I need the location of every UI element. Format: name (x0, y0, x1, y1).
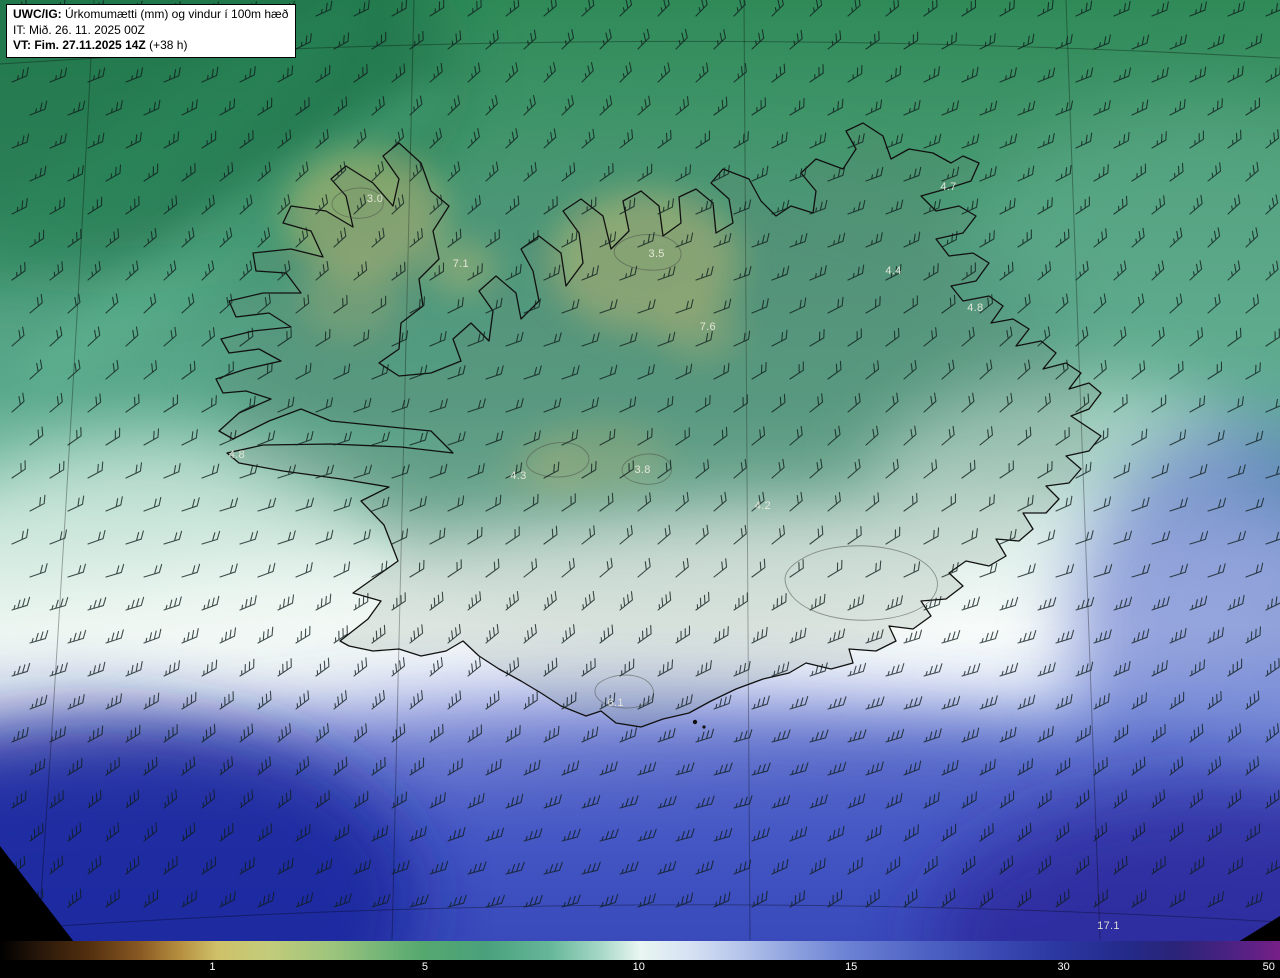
colorbar-tick-label: 10 (632, 961, 645, 973)
colorbar-ticks: 1 5 10 15 30 50 (0, 960, 1280, 978)
colorbar: 1 5 10 15 30 50 (0, 941, 1280, 978)
init-time: IT: Mið. 26. 11. 2025 00Z (13, 22, 145, 37)
colorbar-gradient (0, 941, 1280, 960)
colorbar-tick-label: 50 (1262, 961, 1275, 973)
lead-time: (+38 h) (149, 38, 188, 53)
valid-time: VT: Fim. 27.11.2025 14Z (13, 38, 146, 53)
product-title: Úrkomumætti (mm) og vindur í 100m hæð (65, 7, 289, 21)
map-title-box: UWC/IG: Úrkomumætti (mm) og vindur í 100… (6, 4, 297, 58)
colorbar-tick-label: 15 (845, 961, 858, 973)
title-line-3: VT: Fim. 27.11.2025 14Z (+38 h) (13, 38, 288, 54)
colorbar-tick-label: 30 (1057, 961, 1070, 973)
product-code: UWC/IG: (13, 7, 62, 21)
precipitation-wind-map (0, 0, 1280, 978)
title-line-1: UWC/IG: Úrkomumætti (mm) og vindur í 100… (13, 7, 288, 23)
weather-map-stage: 3.0 7.1 3.5 7.6 4.7 4.4 4.8 4.8 4.3 3.8 4.2 6.1 17.1… (0, 0, 1280, 978)
colorbar-tick-label: 1 (209, 961, 216, 973)
colorbar-tick-label: 5 (421, 961, 429, 973)
